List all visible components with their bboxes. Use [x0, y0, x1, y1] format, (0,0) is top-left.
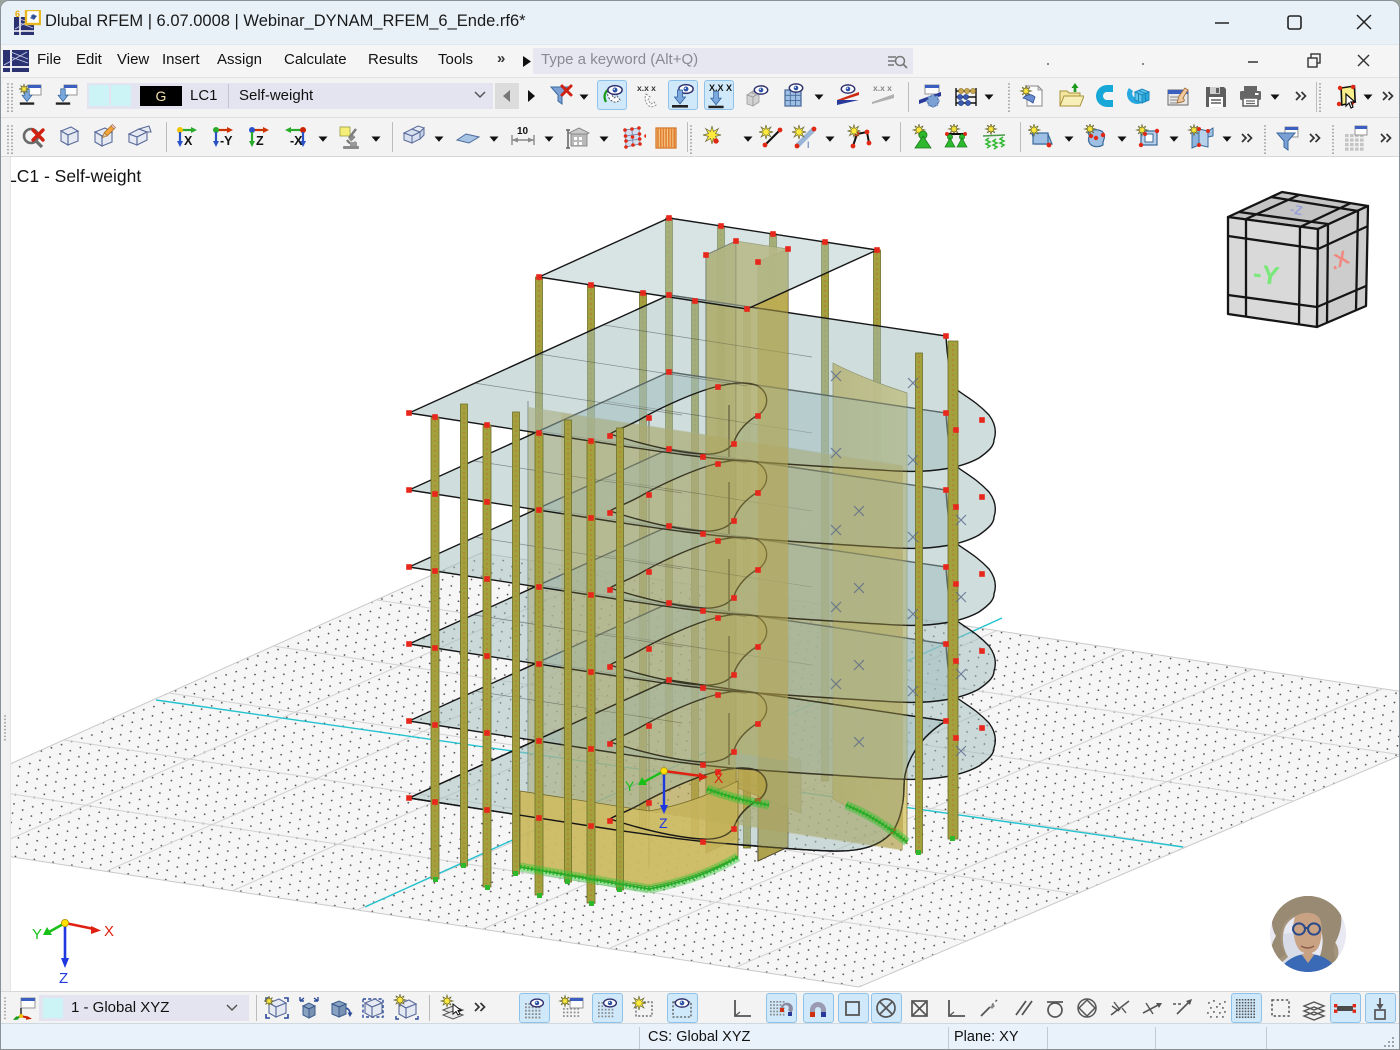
svg-text:-Z: -Z [1289, 201, 1304, 218]
svg-text:I: I [807, 140, 810, 150]
svg-text:X.X X: X.X X [709, 83, 732, 93]
svg-text:-Y: -Y [1251, 258, 1281, 291]
svg-text:X: X [714, 770, 724, 786]
svg-text:Z: Z [256, 134, 264, 148]
svg-text:Z: Z [659, 815, 668, 831]
svg-text:10: 10 [517, 126, 529, 137]
svg-text:X: X [184, 134, 193, 148]
svg-text:x.x x: x.x x [873, 83, 892, 93]
svg-text:Z: Z [59, 970, 68, 987]
svg-text:-Y: -Y [220, 134, 233, 148]
svg-text:X: X [104, 923, 114, 940]
svg-text:LC1 - Self-weight: LC1 - Self-weight [7, 166, 141, 186]
svg-text:x.x x: x.x x [637, 83, 656, 93]
svg-text:6: 6 [15, 10, 20, 19]
svg-text:-X: -X [290, 134, 303, 148]
svg-text:Y: Y [32, 926, 42, 943]
svg-text:Y: Y [625, 778, 635, 794]
